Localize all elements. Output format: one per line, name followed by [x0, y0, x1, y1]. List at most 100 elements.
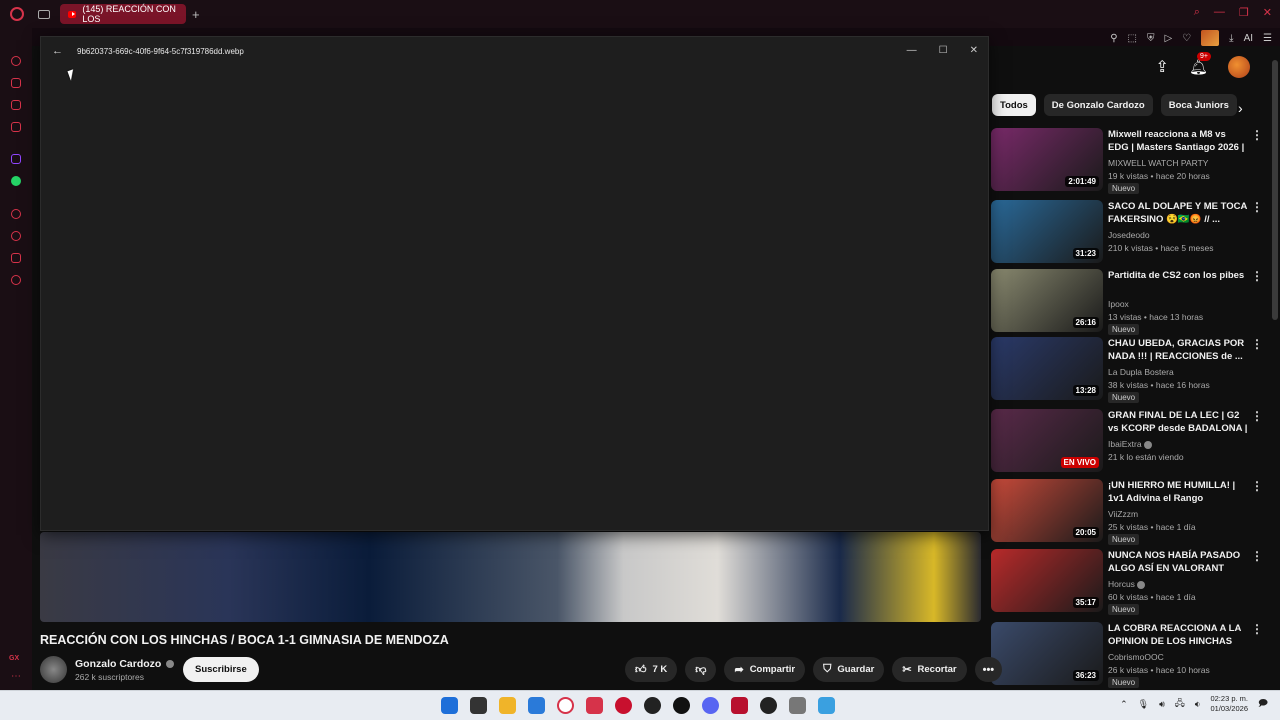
- recommendation-title[interactable]: ¡UN HIERRO ME HUMILLA! | 1v1 Adivina el …: [1108, 479, 1248, 505]
- kebab-menu-icon[interactable]: ⋮: [1251, 479, 1263, 493]
- recommendation-title[interactable]: CHAU UBEDA, GRACIAS POR NADA !!! | REACC…: [1108, 337, 1248, 363]
- recommendation-item[interactable]: 35:17 NUNCA NOS HABÍA PASADO ALGO ASÍ EN …: [991, 549, 1266, 615]
- recommendation-channel[interactable]: Horcus: [1108, 579, 1145, 589]
- recommendation-title[interactable]: SACO AL DOLAPE Y ME TOCA FAKERSINO 😵🇧🇷😡 …: [1108, 200, 1248, 226]
- kebab-menu-icon[interactable]: ⋮: [1251, 409, 1263, 423]
- maximize-icon[interactable]: ❐: [1239, 6, 1249, 19]
- opera-logo-icon[interactable]: [10, 7, 24, 21]
- pin-icon[interactable]: ⚲: [1110, 33, 1117, 44]
- recommendation-channel[interactable]: ViiZzzm: [1108, 509, 1138, 519]
- recommendation-item[interactable]: EN VIVO GRAN FINAL DE LA LEC | G2 vs KCOR…: [991, 409, 1266, 473]
- location-icon[interactable]: [673, 697, 690, 714]
- dislike-button[interactable]: 👎︎: [685, 657, 717, 682]
- chevron-up-icon[interactable]: ⌃: [1120, 699, 1128, 710]
- clock[interactable]: 02:23 p. m. 01/03/2026: [1210, 694, 1248, 714]
- media-player-icon[interactable]: [760, 697, 777, 714]
- kebab-menu-icon[interactable]: ⋮: [1251, 549, 1263, 563]
- opera-taskbar-icon[interactable]: [557, 697, 574, 714]
- recommendation-channel[interactable]: Ipoox: [1108, 299, 1129, 309]
- upload-icon[interactable]: ⇪: [1156, 57, 1169, 77]
- obs-icon[interactable]: [644, 697, 661, 714]
- start-icon[interactable]: [441, 697, 458, 714]
- whatsapp-icon[interactable]: [11, 176, 21, 186]
- recommendation-channel[interactable]: La Dupla Bostera: [1108, 367, 1174, 377]
- subscribe-button[interactable]: Suscribirse: [183, 657, 259, 682]
- filter-chip[interactable]: Todos: [992, 94, 1036, 116]
- recommendation-channel[interactable]: IbaiExtra: [1108, 439, 1152, 449]
- recommendation-title[interactable]: Partidita de CS2 con los pibes: [1108, 269, 1248, 282]
- app-stack-icon[interactable]: [731, 697, 748, 714]
- app-red-icon[interactable]: [586, 697, 603, 714]
- video-player[interactable]: [40, 532, 981, 622]
- bag-icon[interactable]: [11, 78, 21, 88]
- kebab-menu-icon[interactable]: ⋮: [1251, 337, 1263, 351]
- store-icon[interactable]: [528, 697, 545, 714]
- like-button[interactable]: 👍︎ 7 K: [625, 657, 678, 682]
- photos-icon[interactable]: [818, 697, 835, 714]
- task-view-icon[interactable]: [470, 697, 487, 714]
- history-icon[interactable]: [11, 231, 21, 241]
- chevron-right-icon[interactable]: ›: [1238, 100, 1243, 116]
- snapshot-icon[interactable]: ⬚: [1128, 33, 1137, 44]
- back-arrow-icon[interactable]: ←: [52, 45, 63, 57]
- opera-gx-icon[interactable]: [615, 697, 632, 714]
- new-tab-button[interactable]: +: [192, 7, 200, 22]
- more-actions-button[interactable]: •••: [974, 657, 1003, 682]
- recommendation-channel[interactable]: MIXWELL WATCH PARTY: [1108, 158, 1208, 168]
- account-avatar[interactable]: [1228, 56, 1250, 78]
- play-icon[interactable]: ▷: [1164, 33, 1172, 44]
- notifications-icon[interactable]: 🔔︎ 9+: [1189, 52, 1211, 76]
- video-thumbnail[interactable]: 26:16: [991, 269, 1103, 332]
- filter-chip[interactable]: De Gonzalo Cardozo: [1043, 94, 1153, 116]
- video-thumbnail[interactable]: 31:23: [991, 200, 1103, 263]
- mic-icon[interactable]: 🎙︎: [1138, 699, 1149, 710]
- recommendation-item[interactable]: 13:28 CHAU UBEDA, GRACIAS POR NADA !!! | …: [991, 337, 1266, 403]
- kebab-menu-icon[interactable]: ⋮: [1251, 200, 1263, 214]
- recommendation-item[interactable]: 26:16 Partidita de CS2 con los pibes Ipoox…: [991, 269, 1266, 335]
- minimize-icon[interactable]: —: [1214, 6, 1225, 19]
- video-thumbnail[interactable]: 36:23: [991, 622, 1103, 685]
- download-icon[interactable]: ⤓: [1229, 33, 1233, 44]
- recommendation-title[interactable]: LA COBRA REACCIONA A LA OPINION DE LOS H…: [1108, 622, 1248, 648]
- recommendation-channel[interactable]: Josedeodo: [1108, 230, 1150, 240]
- settings-icon[interactable]: [11, 275, 21, 285]
- more-icon[interactable]: ⋯: [11, 671, 21, 682]
- viewer-close-icon[interactable]: ✕: [970, 45, 978, 56]
- ai-button[interactable]: AI: [1244, 33, 1253, 44]
- heart-icon[interactable]: ♡: [1182, 33, 1191, 44]
- share-button[interactable]: ➦ Compartir: [724, 657, 806, 682]
- twitch-icon[interactable]: [11, 154, 21, 164]
- volume-icon[interactable]: 🔊︎: [1159, 699, 1165, 710]
- search-icon[interactable]: ⌕: [1194, 6, 1200, 19]
- file-explorer-icon[interactable]: [499, 697, 516, 714]
- channel-name[interactable]: Gonzalo Cardozo: [75, 658, 175, 670]
- workspaces-icon[interactable]: [38, 9, 50, 19]
- player-icon[interactable]: [11, 209, 21, 219]
- snipping-tool-icon[interactable]: [789, 697, 806, 714]
- kebab-menu-icon[interactable]: ⋮: [1251, 128, 1263, 142]
- recommendation-item[interactable]: 36:23 LA COBRA REACCIONA A LA OPINION DE …: [991, 622, 1266, 688]
- close-icon[interactable]: ✕: [1263, 6, 1272, 19]
- browser-tab-youtube[interactable]: (145) REACCIÓN CON LOS: [60, 4, 186, 24]
- recommendation-channel[interactable]: CobrismoOOC: [1108, 652, 1164, 662]
- gx-icon[interactable]: GX: [9, 655, 19, 662]
- recommendation-title[interactable]: NUNCA NOS HABÍA PASADO ALGO ASÍ EN VALOR…: [1108, 549, 1248, 575]
- notifications-center-icon[interactable]: 🗩: [1258, 696, 1268, 712]
- page-scrollbar[interactable]: [1272, 60, 1278, 320]
- video-thumbnail[interactable]: 20:05: [991, 479, 1103, 542]
- discord-icon[interactable]: [702, 697, 719, 714]
- viewer-maximize-icon[interactable]: ☐: [939, 45, 948, 56]
- menu-icon[interactable]: ☰: [1263, 33, 1272, 44]
- speaker-icon[interactable]: 🔉︎: [1195, 699, 1201, 710]
- save-button[interactable]: ⛉ Guardar: [813, 657, 885, 682]
- video-thumbnail[interactable]: EN VIVO: [991, 409, 1103, 472]
- recommendation-item[interactable]: 31:23 SACO AL DOLAPE Y ME TOCA FAKERSINO …: [991, 200, 1266, 264]
- video-thumbnail[interactable]: 13:28: [991, 337, 1103, 400]
- recommendation-title[interactable]: GRAN FINAL DE LA LEC | G2 vs KCORP desde…: [1108, 409, 1248, 435]
- recommendation-item[interactable]: 20:05 ¡UN HIERRO ME HUMILLA! | 1v1 Adivin…: [991, 479, 1266, 545]
- profile-thumb-icon[interactable]: [1201, 30, 1220, 46]
- messenger-icon[interactable]: [11, 100, 21, 110]
- shield-icon[interactable]: ⛨: [1147, 33, 1155, 44]
- viewer-minimize-icon[interactable]: —: [907, 45, 917, 56]
- video-thumbnail[interactable]: 35:17: [991, 549, 1103, 612]
